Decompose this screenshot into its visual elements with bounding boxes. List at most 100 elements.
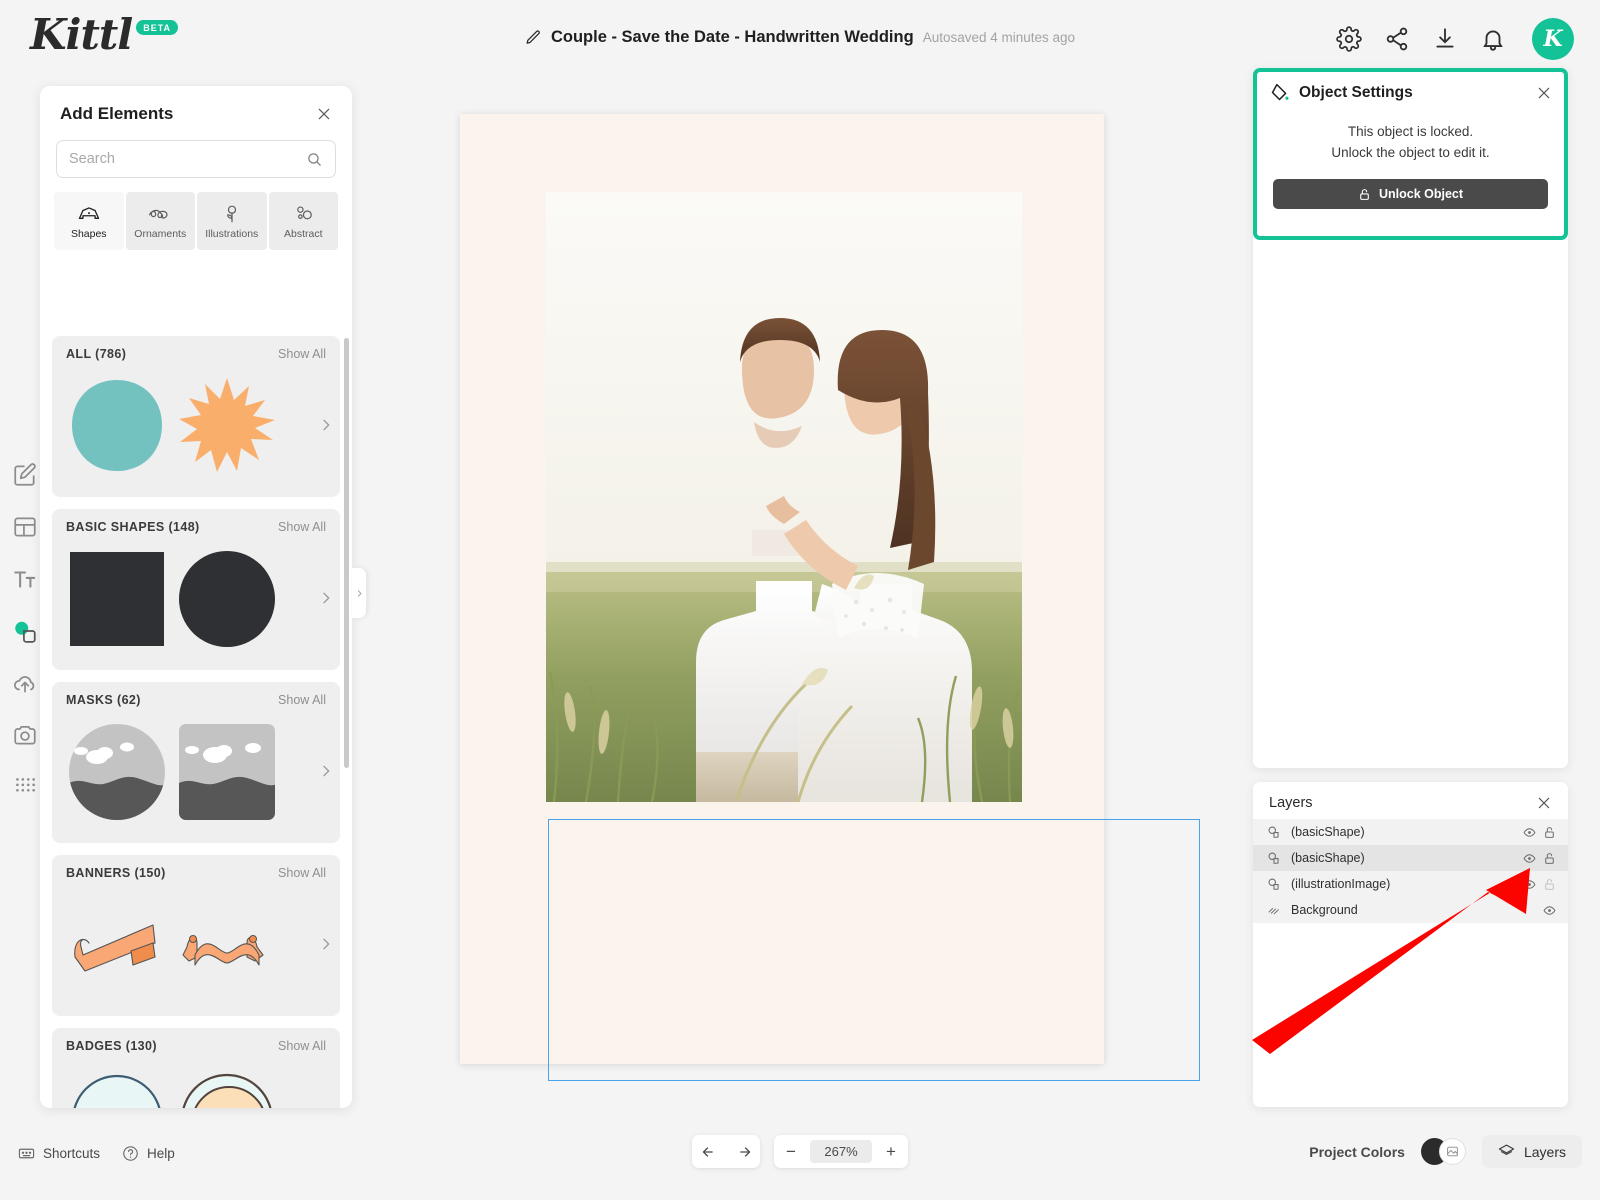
element-thumb-mask-circle[interactable]	[66, 721, 168, 823]
object-settings-header: Object Settings	[1253, 68, 1568, 111]
shape-layer-icon	[1268, 852, 1279, 864]
search-box[interactable]	[56, 140, 336, 178]
sidebar-item-text[interactable]	[12, 566, 38, 592]
show-all-link[interactable]: Show All	[278, 1039, 326, 1053]
tab-shapes[interactable]: Shapes	[54, 192, 124, 250]
element-thumb-mask-square[interactable]	[176, 721, 278, 823]
project-color-swatches[interactable]	[1420, 1138, 1466, 1165]
document-title[interactable]: Couple - Save the Date - Handwritten Wed…	[551, 28, 914, 47]
upload-cloud-icon	[14, 676, 35, 693]
download-icon[interactable]	[1432, 26, 1458, 52]
redo-button[interactable]	[726, 1135, 760, 1168]
layer-controls	[1523, 826, 1556, 839]
sidebar-item-uploads[interactable]	[12, 670, 38, 696]
category-items	[52, 711, 340, 843]
chevron-right-icon	[357, 589, 362, 597]
illustration-image-layer[interactable]	[546, 192, 1022, 802]
artboard[interactable]	[460, 114, 1200, 1081]
layer-name: (illustrationImage)	[1291, 877, 1391, 891]
element-thumb-circle[interactable]	[176, 548, 278, 650]
undo-button[interactable]	[692, 1135, 726, 1168]
project-colors-label[interactable]: Project Colors	[1309, 1144, 1405, 1160]
close-icon[interactable]	[1536, 85, 1552, 101]
layer-controls	[1523, 878, 1556, 891]
panel-collapse-handle[interactable]	[352, 568, 366, 618]
search-icon[interactable]	[306, 151, 323, 168]
sidebar-item-elements[interactable]	[12, 618, 38, 644]
circle-landscape-mask	[69, 724, 165, 820]
element-thumb-blob-circle[interactable]	[66, 375, 168, 477]
zoom-in-button[interactable]: +	[874, 1135, 908, 1168]
show-all-link[interactable]: Show All	[278, 520, 326, 534]
swirl-icon	[149, 209, 168, 219]
layers-panel-header: Layers	[1253, 782, 1568, 819]
locked-line-1: This object is locked.	[1347, 124, 1474, 139]
layer-name: (basicShape)	[1291, 851, 1365, 865]
close-icon[interactable]	[1536, 795, 1552, 811]
bottom-right-controls: Project Colors Layers	[1309, 1135, 1582, 1168]
element-thumb-badge-double[interactable]	[176, 1067, 278, 1108]
color-swatch-light[interactable]	[1438, 1138, 1466, 1165]
element-thumb-badge-round[interactable]	[66, 1067, 168, 1108]
tab-abstract[interactable]: Abstract	[268, 192, 338, 250]
eye-icon[interactable]	[1523, 826, 1536, 839]
zoom-out-button[interactable]: −	[774, 1135, 808, 1168]
element-thumb-square[interactable]	[66, 548, 168, 650]
table-row[interactable]: (basicShape)	[1253, 845, 1568, 871]
sidebar-item-templates[interactable]	[12, 514, 38, 540]
search-input[interactable]	[69, 151, 306, 167]
table-row[interactable]: Background	[1253, 897, 1568, 923]
background-layer-icon	[1268, 907, 1280, 915]
layer-controls	[1523, 852, 1556, 865]
pencil-icon[interactable]	[525, 29, 542, 46]
eye-icon[interactable]	[1523, 852, 1536, 865]
layers-toggle-button[interactable]: Layers	[1481, 1135, 1582, 1168]
zoom-level-value[interactable]: 267%	[810, 1140, 872, 1163]
share-icon[interactable]	[1384, 26, 1410, 52]
sidebar-item-edit[interactable]	[12, 462, 38, 488]
lock-icon[interactable]	[1543, 826, 1556, 839]
canvas-area[interactable]	[370, 82, 1250, 1122]
table-row[interactable]: (illustrationImage)	[1253, 871, 1568, 897]
element-thumb-starburst[interactable]	[176, 375, 278, 477]
chevron-right-icon[interactable]	[318, 936, 334, 952]
blob-circle-shape	[72, 380, 162, 471]
panel-scrollbar[interactable]	[344, 338, 349, 768]
chevron-right-icon[interactable]	[318, 763, 334, 779]
layers-stack-icon	[1498, 1144, 1515, 1155]
flower-icon	[226, 205, 236, 223]
tab-illustrations[interactable]: Illustrations	[197, 192, 267, 250]
category-scroll-area[interactable]: ALL (786) Show All BASIC SHAPES (148) Sh…	[40, 336, 352, 1108]
category-badges: BADGES (130) Show All	[52, 1028, 340, 1108]
element-thumb-wave-banner[interactable]	[176, 894, 278, 996]
chevron-right-icon[interactable]	[318, 590, 334, 606]
lock-icon[interactable]	[1543, 852, 1556, 865]
tab-ornaments[interactable]: Ornaments	[125, 192, 195, 250]
category-title: MASKS (62)	[66, 693, 141, 707]
chevron-right-icon[interactable]	[318, 417, 334, 433]
eye-icon[interactable]	[1543, 904, 1556, 917]
sidebar-item-apps[interactable]	[12, 774, 38, 800]
close-icon[interactable]	[316, 106, 332, 122]
gear-icon[interactable]	[1336, 26, 1362, 52]
sidebar-item-photos[interactable]	[12, 722, 38, 748]
category-header: BADGES (130) Show All	[52, 1028, 340, 1057]
category-title: BADGES (130)	[66, 1039, 157, 1053]
round-badge-shape	[73, 1074, 161, 1108]
show-all-link[interactable]: Show All	[278, 347, 326, 361]
undo-arrow-icon	[702, 1146, 713, 1157]
bell-icon[interactable]	[1480, 26, 1506, 52]
table-row[interactable]: (basicShape)	[1253, 819, 1568, 845]
lock-icon[interactable]	[1543, 878, 1556, 891]
eye-icon[interactable]	[1523, 878, 1536, 891]
category-items	[52, 1057, 340, 1108]
unlock-object-button[interactable]: Unlock Object	[1273, 179, 1548, 209]
category-title: BASIC SHAPES (148)	[66, 520, 200, 534]
element-thumb-ribbon-banner[interactable]	[66, 894, 168, 996]
object-locked-message: This object is locked. Unlock the object…	[1253, 111, 1568, 163]
zoom-controls: − 267% +	[774, 1135, 908, 1168]
user-avatar[interactable]: K	[1532, 18, 1574, 60]
object-settings-title-group: Object Settings	[1269, 82, 1413, 103]
show-all-link[interactable]: Show All	[278, 866, 326, 880]
show-all-link[interactable]: Show All	[278, 693, 326, 707]
